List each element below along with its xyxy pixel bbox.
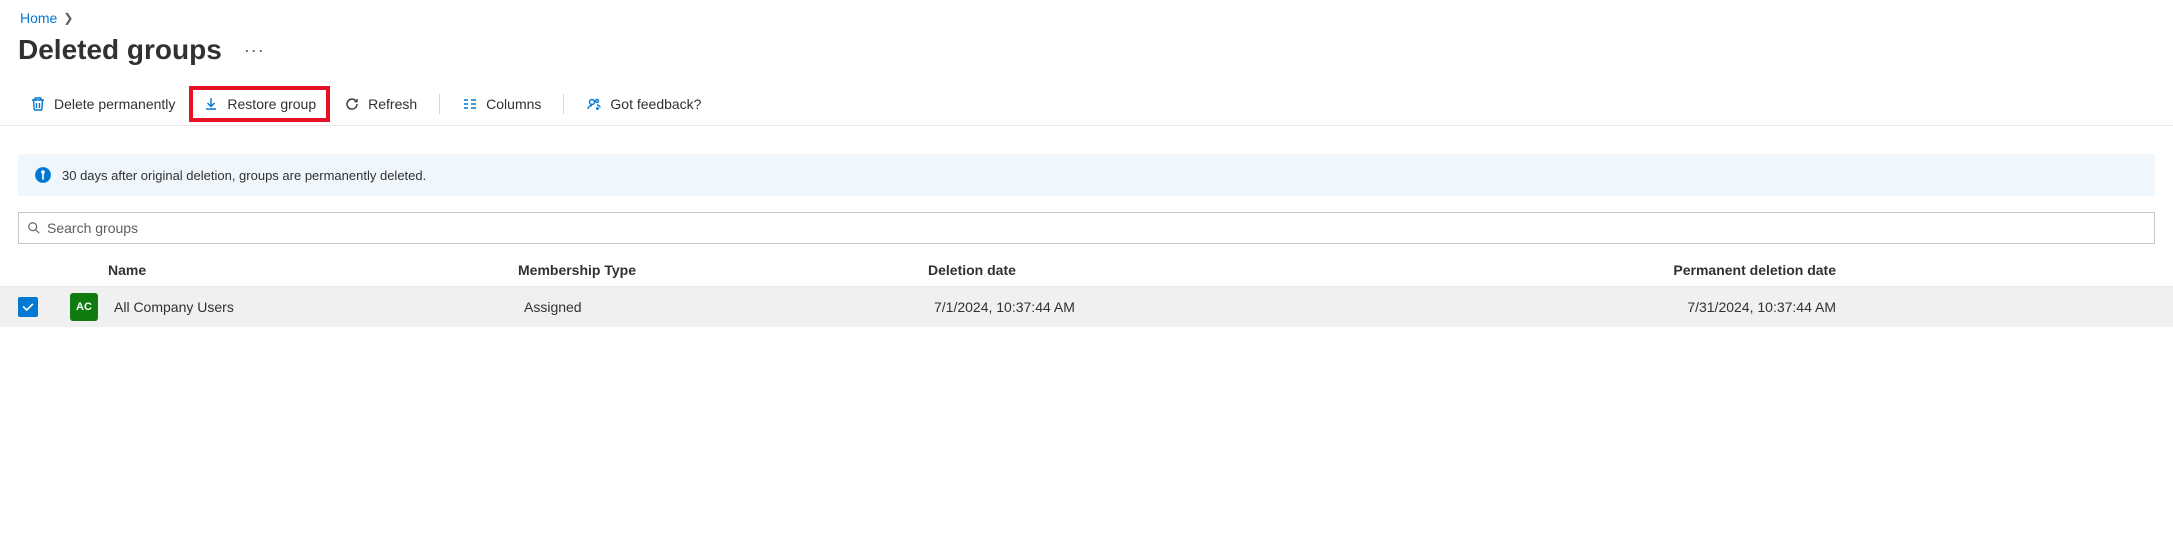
avatar: AC bbox=[70, 293, 98, 321]
search-input[interactable] bbox=[47, 213, 2146, 243]
cell-deletion: 7/1/2024, 10:37:44 AM bbox=[928, 299, 1394, 315]
table-row[interactable]: AC All Company Users Assigned 7/1/2024, … bbox=[0, 287, 2173, 327]
feedback-label: Got feedback? bbox=[610, 96, 701, 112]
delete-permanently-button[interactable]: Delete permanently bbox=[20, 86, 185, 122]
check-icon bbox=[21, 300, 35, 314]
cell-permanent: 7/31/2024, 10:37:44 AM bbox=[1394, 299, 1860, 315]
info-message: 30 days after original deletion, groups … bbox=[62, 168, 426, 183]
delete-permanently-label: Delete permanently bbox=[54, 96, 175, 112]
columns-label: Columns bbox=[486, 96, 541, 112]
more-menu-icon[interactable]: ··· bbox=[238, 40, 271, 61]
groups-table: Name Membership Type Deletion date Perma… bbox=[0, 252, 2173, 327]
col-membership[interactable]: Membership Type bbox=[518, 262, 928, 278]
divider bbox=[563, 94, 564, 114]
download-icon bbox=[203, 96, 219, 112]
restore-group-label: Restore group bbox=[227, 96, 316, 112]
col-name[interactable]: Name bbox=[108, 262, 518, 278]
toolbar: Delete permanently Restore group Refresh… bbox=[0, 82, 2173, 126]
refresh-button[interactable]: Refresh bbox=[334, 86, 427, 122]
columns-icon bbox=[462, 96, 478, 112]
feedback-button[interactable]: Got feedback? bbox=[576, 86, 711, 122]
breadcrumb-home[interactable]: Home bbox=[20, 10, 57, 26]
page-title: Deleted groups bbox=[18, 34, 222, 66]
cell-name: All Company Users bbox=[108, 299, 518, 315]
cell-membership: Assigned bbox=[518, 299, 928, 315]
search-icon bbox=[27, 221, 41, 235]
refresh-icon bbox=[344, 96, 360, 112]
feedback-icon bbox=[586, 96, 602, 112]
trash-icon bbox=[30, 96, 46, 112]
restore-group-button[interactable]: Restore group bbox=[189, 86, 330, 122]
breadcrumb: Home ❯ bbox=[0, 0, 2173, 30]
divider bbox=[439, 94, 440, 114]
page-header: Deleted groups ··· bbox=[0, 30, 2173, 82]
refresh-label: Refresh bbox=[368, 96, 417, 112]
info-icon bbox=[34, 166, 52, 184]
chevron-right-icon: ❯ bbox=[63, 11, 73, 25]
columns-button[interactable]: Columns bbox=[452, 86, 551, 122]
row-checkbox[interactable] bbox=[18, 297, 38, 317]
table-header: Name Membership Type Deletion date Perma… bbox=[0, 252, 2173, 287]
col-deletion[interactable]: Deletion date bbox=[928, 262, 1394, 278]
info-bar: 30 days after original deletion, groups … bbox=[18, 154, 2155, 196]
col-permanent[interactable]: Permanent deletion date bbox=[1394, 262, 1860, 278]
search-box[interactable] bbox=[18, 212, 2155, 244]
